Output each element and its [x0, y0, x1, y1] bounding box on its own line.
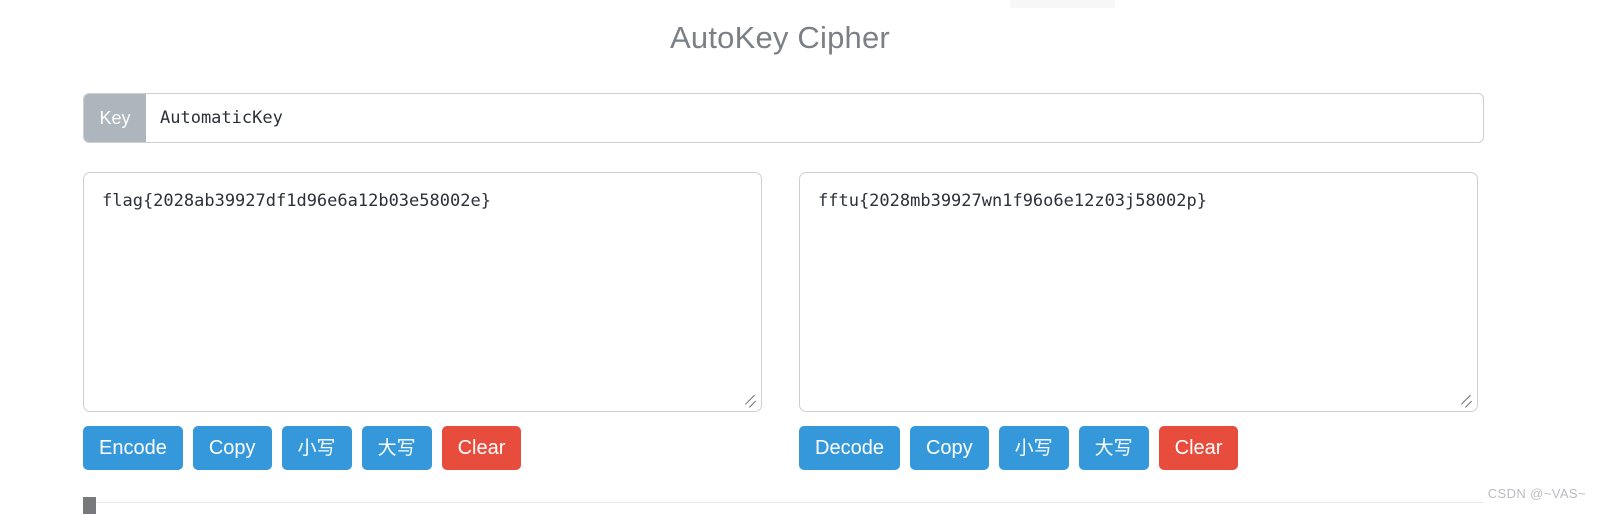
- watermark: CSDN @~VAS~: [1487, 486, 1586, 501]
- bottom-divider: [83, 502, 1483, 503]
- horizontal-scrollbar-thumb[interactable]: [83, 497, 96, 514]
- uppercase-plaintext-button[interactable]: 大写: [361, 426, 432, 470]
- key-label-addon: Key: [84, 94, 146, 142]
- key-input[interactable]: [146, 94, 1483, 142]
- plaintext-textarea[interactable]: [83, 172, 762, 412]
- clear-plaintext-button[interactable]: Clear: [441, 426, 522, 470]
- plaintext-textarea-wrap: [83, 172, 762, 412]
- decode-button[interactable]: Decode: [799, 426, 900, 470]
- page-title: AutoKey Cipher: [670, 20, 890, 55]
- ciphertext-button-row: Decode Copy 小写 大写 Clear: [799, 426, 1478, 470]
- lowercase-plaintext-button[interactable]: 小写: [281, 426, 352, 470]
- encode-button[interactable]: Encode: [83, 426, 183, 470]
- top-decorative-strip: [1010, 0, 1115, 8]
- ciphertext-textarea-wrap: [799, 172, 1478, 412]
- copy-ciphertext-button[interactable]: Copy: [909, 426, 989, 470]
- key-input-group: Key: [83, 93, 1484, 143]
- uppercase-ciphertext-button[interactable]: 大写: [1078, 426, 1149, 470]
- copy-plaintext-button[interactable]: Copy: [192, 426, 272, 470]
- clear-ciphertext-button[interactable]: Clear: [1158, 426, 1239, 470]
- plaintext-button-row: Encode Copy 小写 大写 Clear: [83, 426, 762, 470]
- ciphertext-panel: Decode Copy 小写 大写 Clear: [799, 172, 1478, 470]
- plaintext-panel: Encode Copy 小写 大写 Clear: [83, 172, 762, 470]
- ciphertext-textarea[interactable]: [799, 172, 1478, 412]
- lowercase-ciphertext-button[interactable]: 小写: [998, 426, 1069, 470]
